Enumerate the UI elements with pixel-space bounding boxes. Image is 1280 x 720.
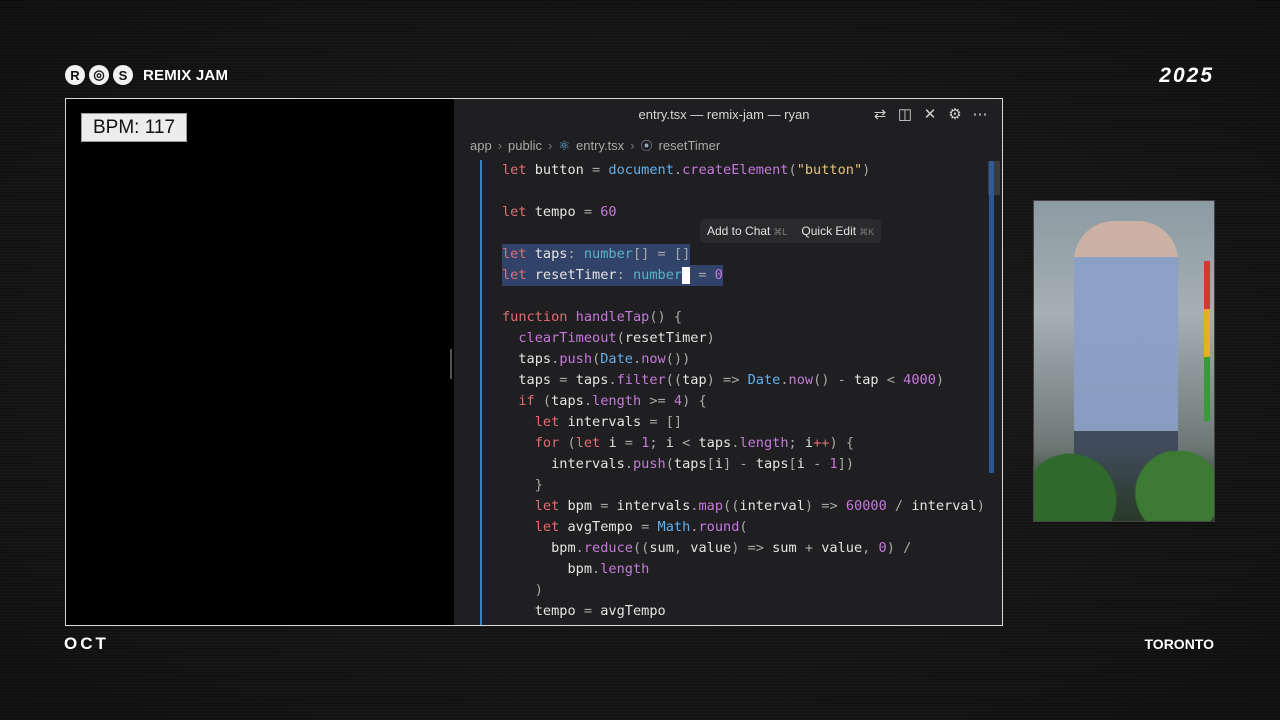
chevron-right-icon: ›	[548, 138, 553, 153]
event-month: OCT	[64, 634, 109, 653]
breadcrumb-item-public[interactable]: public	[508, 138, 542, 153]
event-name: REMIX JAM	[143, 66, 229, 84]
speaker-video	[1033, 200, 1215, 522]
chevron-right-icon: ›	[497, 138, 503, 153]
background-banner	[1204, 261, 1210, 421]
code-line[interactable]: for (let i = 1; i < taps.length; i++) {	[502, 433, 854, 454]
event-city: TORONTO	[1144, 636, 1215, 652]
code-line[interactable]: intervals.push(taps[i] - taps[i - 1])	[502, 454, 854, 475]
browser-preview: BPM: 117	[66, 99, 454, 625]
more-icon[interactable]: ⋯	[972, 105, 988, 123]
code-editor: entry.tsx — remix-jam — ryan ⇄ ◫ ✕ ⚙ ⋯ a…	[454, 99, 1002, 625]
pane-splitter[interactable]	[450, 349, 452, 379]
code-line[interactable]: taps.push(Date.now())	[502, 349, 690, 370]
code-line[interactable]: let avgTempo = Math.round(	[502, 517, 748, 538]
plants	[1034, 451, 1214, 521]
breadcrumb-item-file[interactable]: entry.tsx	[576, 138, 624, 153]
screen-share: BPM: 117 entry.tsx — remix-jam — ryan ⇄ …	[65, 98, 1003, 626]
chevron-right-icon: ›	[630, 138, 635, 153]
selection-toolbar: Add to Chat ⌘L Quick Edit ⌘K	[700, 219, 882, 243]
breadcrumb: app › public › ⚛ entry.tsx › ⦿ resetTime…	[470, 137, 720, 154]
close-icon[interactable]: ✕	[922, 105, 938, 123]
code-line[interactable]: let tempo = 60	[502, 202, 617, 223]
code-line[interactable]: taps = taps.filter((tap) => Date.now() -…	[502, 370, 944, 391]
add-to-chat-button[interactable]: Add to Chat ⌘L	[707, 224, 787, 238]
shopify-logo-icon: S	[113, 65, 133, 85]
event-logo: R ◎ S REMIX JAM	[65, 64, 228, 86]
gear-icon[interactable]: ⚙	[947, 105, 963, 123]
event-year: 2025	[1159, 64, 1214, 87]
code-line[interactable]: let resetTimer: number = 0	[502, 265, 723, 286]
scrollbar[interactable]	[989, 161, 994, 473]
code-line[interactable]: let intervals = []	[502, 412, 682, 433]
bpm-button[interactable]: BPM: 117	[81, 113, 187, 142]
code-line[interactable]: function handleTap() {	[502, 307, 682, 328]
code-line[interactable]: tempo = avgTempo	[502, 601, 666, 622]
variable-symbol-icon: ⦿	[640, 139, 653, 153]
split-editor-icon[interactable]: ◫	[897, 105, 913, 123]
add-to-chat-shortcut: ⌘L	[773, 227, 788, 237]
code-line[interactable]: bpm.reduce((sum, value) => sum + value, …	[502, 538, 911, 559]
code-line[interactable]: let taps: number[] = []	[502, 244, 691, 265]
text-cursor	[682, 266, 691, 284]
code-line[interactable]: }	[502, 475, 543, 496]
globe-logo-icon: ◎	[89, 65, 109, 85]
quick-edit-label: Quick Edit	[801, 224, 857, 238]
editor-titlebar: entry.tsx — remix-jam — ryan ⇄ ◫ ✕ ⚙ ⋯	[454, 99, 1002, 129]
quick-edit-button[interactable]: Quick Edit ⌘K	[801, 224, 874, 238]
remix-logo-icon: R	[65, 65, 85, 85]
code-line[interactable]: let bpm = intervals.map((interval) => 60…	[502, 496, 985, 517]
code-line[interactable]: bpm.length	[502, 559, 649, 580]
code-line[interactable]: )	[502, 580, 543, 601]
code-line[interactable]: if (taps.length >= 4) {	[502, 391, 706, 412]
code-line[interactable]: clearTimeout(resetTimer)	[502, 328, 714, 349]
code-line[interactable]: let button = document.createElement("but…	[502, 160, 870, 181]
editor-actions: ⇄ ◫ ✕ ⚙ ⋯	[872, 105, 988, 123]
window-title: entry.tsx — remix-jam — ryan	[638, 107, 810, 122]
add-to-chat-label: Add to Chat	[707, 224, 771, 238]
breadcrumb-item-app[interactable]: app	[470, 138, 492, 153]
git-compare-icon[interactable]: ⇄	[872, 105, 888, 123]
react-file-icon: ⚛	[558, 137, 571, 153]
quick-edit-shortcut: ⌘K	[859, 227, 875, 237]
breadcrumb-item-symbol[interactable]: resetTimer	[659, 138, 721, 153]
